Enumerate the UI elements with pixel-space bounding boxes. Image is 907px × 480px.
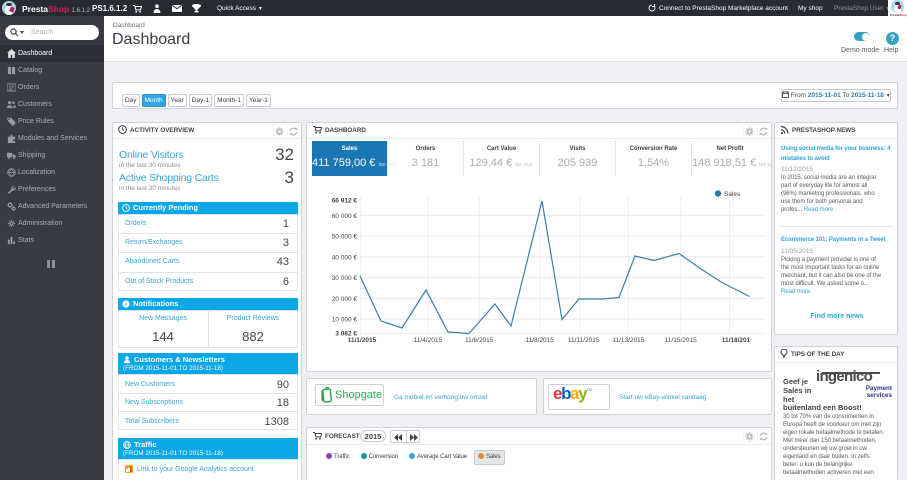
svg-text:66 912 €: 66 912 € bbox=[332, 198, 358, 205]
svg-text:60 000 €: 60 000 € bbox=[332, 213, 358, 220]
svg-text:11/11/2015: 11/11/2015 bbox=[568, 337, 600, 344]
svg-text:11/4/2015: 11/4/2015 bbox=[414, 337, 443, 344]
svg-text:11/1/2015: 11/1/2015 bbox=[348, 337, 377, 344]
svg-text:11/6/2015: 11/6/2015 bbox=[465, 337, 494, 344]
svg-text:11/15/2015: 11/15/2015 bbox=[665, 337, 697, 344]
svg-text:11/13/2015: 11/13/2015 bbox=[612, 337, 644, 344]
svg-text:20 000 €: 20 000 € bbox=[332, 296, 358, 303]
svg-text:Sales: Sales bbox=[724, 191, 741, 198]
svg-text:11/8/2015: 11/8/2015 bbox=[525, 337, 554, 344]
svg-text:10 000 €: 10 000 € bbox=[332, 317, 358, 324]
svg-text:40 000 €: 40 000 € bbox=[332, 254, 358, 261]
svg-text:50 000 €: 50 000 € bbox=[332, 234, 358, 241]
svg-text:11/18/201: 11/18/201 bbox=[722, 337, 751, 344]
svg-text:30 000 €: 30 000 € bbox=[332, 275, 358, 282]
